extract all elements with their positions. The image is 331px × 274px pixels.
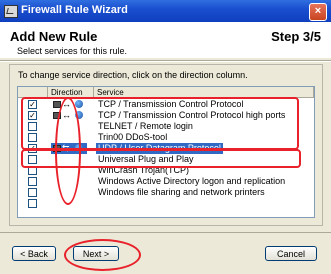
page-subtitle: Select services for this rule. — [17, 46, 128, 56]
service-label: Windows Active Directory logon and repli… — [98, 176, 286, 186]
window-title: Firewall Rule Wizard — [21, 4, 128, 16]
back-button[interactable]: < Back — [12, 246, 56, 261]
service-checkbox[interactable] — [28, 188, 37, 197]
app-icon — [4, 5, 18, 18]
annotation-oval-direction — [55, 97, 81, 205]
page-title: Add New Rule — [10, 29, 98, 44]
service-label: Windows file sharing and network printer… — [98, 187, 265, 197]
service-label — [96, 198, 100, 209]
wizard-window: Firewall Rule Wizard × Add New Rule Step… — [0, 0, 331, 274]
service-checkbox[interactable] — [28, 199, 37, 208]
header-divider-highlight — [0, 61, 331, 62]
cancel-button[interactable]: Cancel — [265, 246, 317, 261]
close-button[interactable]: × — [309, 3, 327, 21]
footer-divider — [0, 232, 331, 233]
wizard-header: Add New Rule Step 3/5 Select services fo… — [0, 22, 331, 58]
annotation-oval-next — [64, 239, 141, 271]
step-indicator: Step 3/5 — [271, 29, 321, 44]
instruction-text: To change service direction, click on th… — [18, 70, 248, 80]
service-checkbox[interactable] — [28, 177, 37, 186]
title-bar[interactable]: Firewall Rule Wizard × — [0, 0, 331, 22]
